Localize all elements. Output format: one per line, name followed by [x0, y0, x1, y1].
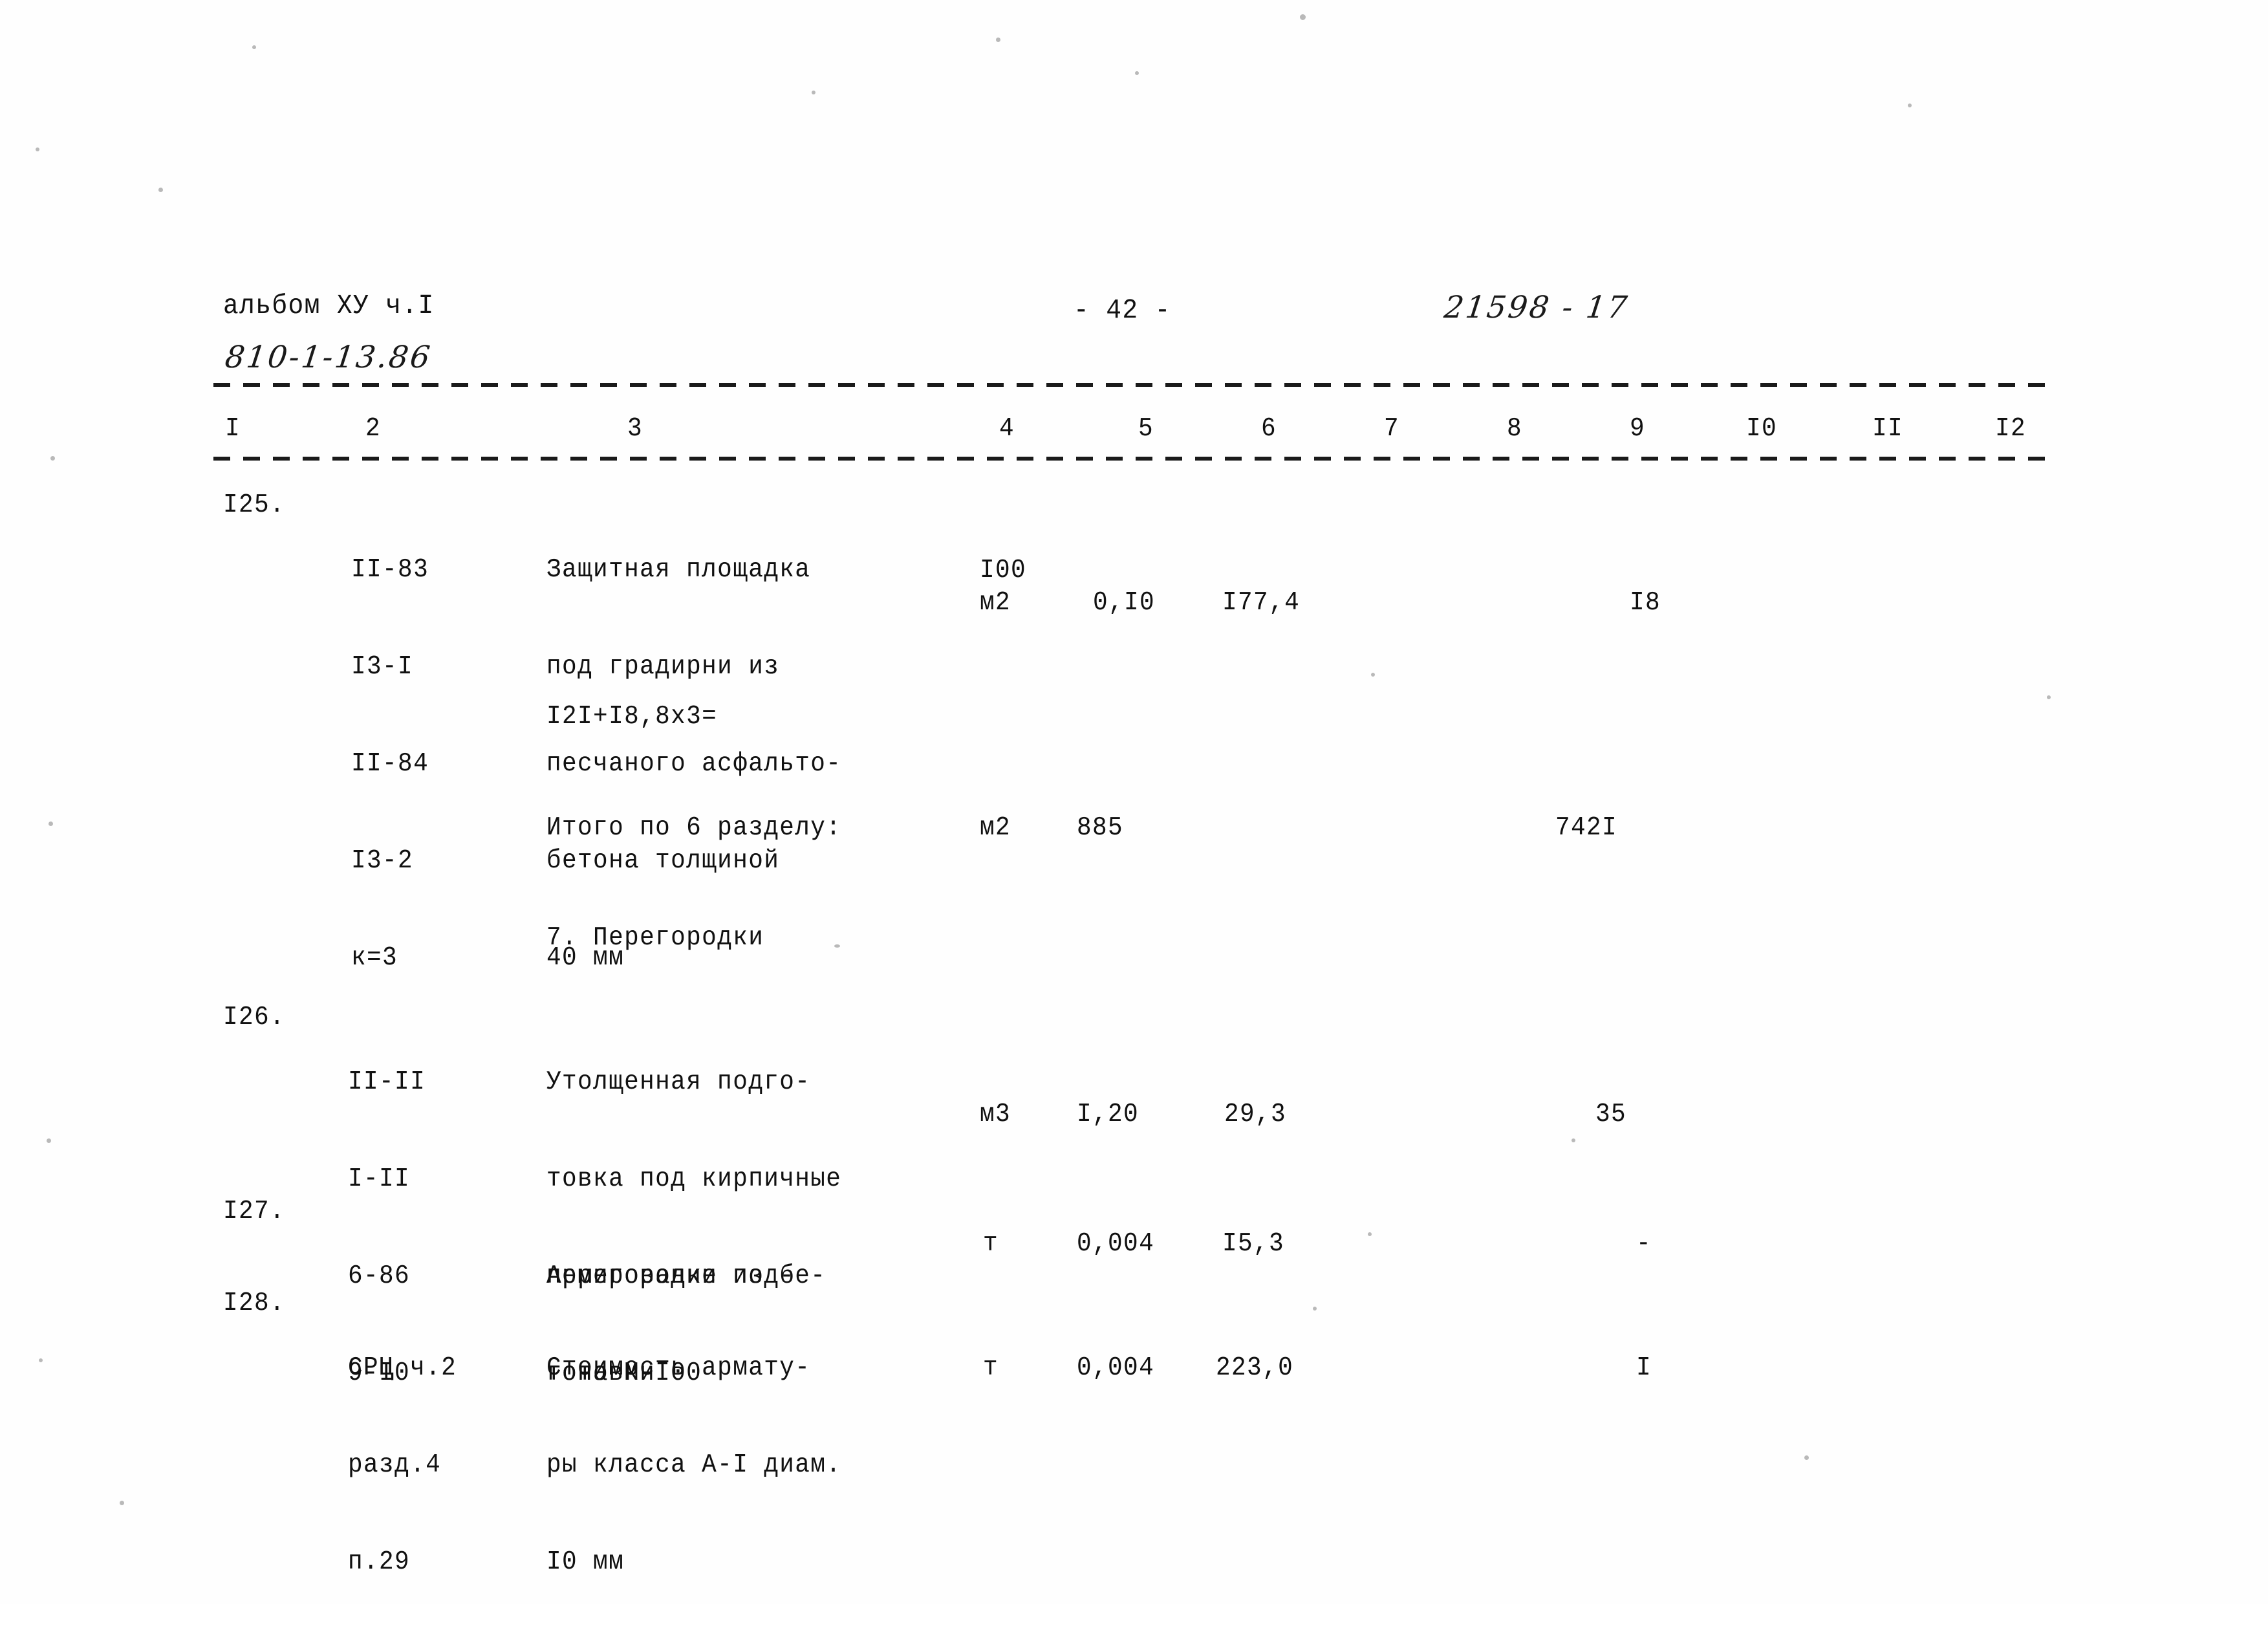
row-col5-127: 0,004	[1077, 1229, 1155, 1259]
description-line: Стоимость армату-	[546, 1353, 811, 1383]
column-header-7: 7	[1384, 414, 1400, 444]
scan-speck	[120, 1501, 124, 1505]
column-header-6: 6	[1261, 414, 1277, 444]
scan-speck	[1368, 1232, 1372, 1236]
row-col5-128: 0,004	[1077, 1353, 1155, 1383]
row-col6-126: 29,3	[1224, 1100, 1287, 1129]
column-header-11: II	[1872, 414, 1904, 444]
code-line: I-II	[348, 1164, 411, 1194]
scan-speck	[47, 1138, 51, 1143]
row-col6-128: 223,0	[1216, 1353, 1294, 1383]
page-number: - 42 -	[1074, 294, 1171, 326]
description-line: бетона толщиной	[546, 846, 780, 876]
scan-speck	[1300, 14, 1306, 20]
scan-speck	[1313, 1307, 1317, 1311]
row-unit-127: т	[983, 1229, 999, 1259]
code-line: к=3	[351, 943, 398, 973]
row-codes-125: II-83 I3-I II-84 I3-2 к=3	[351, 489, 429, 1039]
scan-speck	[1371, 673, 1375, 677]
doc-number-handwritten: 21598 - 17	[1442, 290, 1631, 325]
row-description-125: Защитная площадка под градирни из песчан…	[546, 489, 841, 1039]
row-col5-125: 0,I0	[1093, 588, 1156, 618]
code-line: II-84	[351, 749, 429, 779]
row-unit-125-line1: I00	[980, 556, 1027, 585]
row-unit-128: т	[983, 1353, 999, 1383]
scan-speck	[158, 188, 163, 192]
scanned-page: альбом ХУ ч.I 810-1-13.86 - 42 - 21598 -…	[0, 0, 2268, 1604]
code-line: п.29	[348, 1547, 411, 1577]
column-header-2: 2	[365, 414, 382, 444]
column-header-12: I2	[1995, 414, 2027, 444]
code-line: I3-2	[351, 846, 414, 876]
description-line: I0 мм	[546, 1547, 625, 1577]
column-header-8: 8	[1507, 414, 1523, 444]
description-line: ры класса А-I диам.	[546, 1450, 842, 1480]
section-heading-7: 7. Перегородки	[546, 923, 764, 953]
row-number-126: I26.	[223, 1003, 286, 1032]
row-number-125: I25.	[223, 490, 286, 520]
scan-speck	[1908, 103, 1912, 107]
description-line: Утолщенная подго-	[546, 1067, 811, 1097]
column-header-1: I	[225, 414, 241, 444]
row-unit-125-line2: м2	[980, 588, 1011, 618]
row-description-128: Стоимость армату- ры класса А-I диам. I0…	[546, 1287, 841, 1643]
column-header-3: 3	[627, 414, 643, 444]
row-col6-127: I5,3	[1222, 1229, 1285, 1259]
scan-speck	[812, 91, 815, 94]
row-codes-128: СРЦ ч.2 разд.4 п.29	[348, 1287, 457, 1643]
description-line: песчаного асфальто-	[546, 749, 842, 779]
row-col9-125: I8	[1630, 588, 1661, 618]
album-code-handwritten: 810-1-13.86	[223, 340, 434, 375]
scan-speck	[2047, 695, 2051, 699]
scan-speck	[50, 456, 55, 461]
description-line: Защитная площадка	[546, 555, 811, 585]
row-number-128: I28.	[223, 1289, 286, 1318]
code-line: II-83	[351, 555, 429, 585]
column-header-5: 5	[1138, 414, 1154, 444]
scan-speck	[39, 1358, 43, 1362]
code-line: СРЦ ч.2	[348, 1353, 457, 1383]
row-unit-126: м3	[980, 1100, 1011, 1129]
row-col6-125: I77,4	[1222, 588, 1301, 618]
description-line: товка под кирпичные	[546, 1164, 842, 1194]
scan-speck	[252, 45, 256, 49]
column-header-9: 9	[1630, 414, 1646, 444]
album-label: альбом ХУ ч.I	[223, 290, 435, 321]
row-col9-127: -	[1636, 1229, 1652, 1259]
scan-speck	[1571, 1138, 1575, 1142]
row-col9-128: I	[1636, 1353, 1652, 1383]
code-line: I3-I	[351, 652, 414, 682]
table-rule-bottom	[213, 457, 2053, 461]
description-line: под градирни из	[546, 652, 780, 682]
subtotal-label: Итого по 6 разделу:	[546, 813, 842, 843]
subtotal-col9: 742I	[1555, 813, 1618, 843]
calculation-formula: I2I+I8,8x3=	[546, 702, 718, 732]
table-rule-top	[213, 383, 2050, 387]
code-line: разд.4	[348, 1450, 442, 1480]
row-col9-126: 35	[1595, 1100, 1627, 1129]
scan-speck	[36, 147, 39, 151]
scan-speck	[1804, 1455, 1809, 1460]
column-header-4: 4	[999, 414, 1015, 444]
code-line: II-II	[348, 1067, 426, 1097]
scan-speck	[49, 822, 53, 826]
scan-speck	[1135, 71, 1139, 75]
subtotal-unit: м2	[980, 813, 1011, 843]
row-number-127: I27.	[223, 1197, 286, 1226]
scan-speck	[996, 38, 1000, 42]
column-header-10: I0	[1746, 414, 1778, 444]
row-col5-126: I,20	[1077, 1100, 1139, 1129]
subtotal-col5: 885	[1077, 813, 1124, 843]
